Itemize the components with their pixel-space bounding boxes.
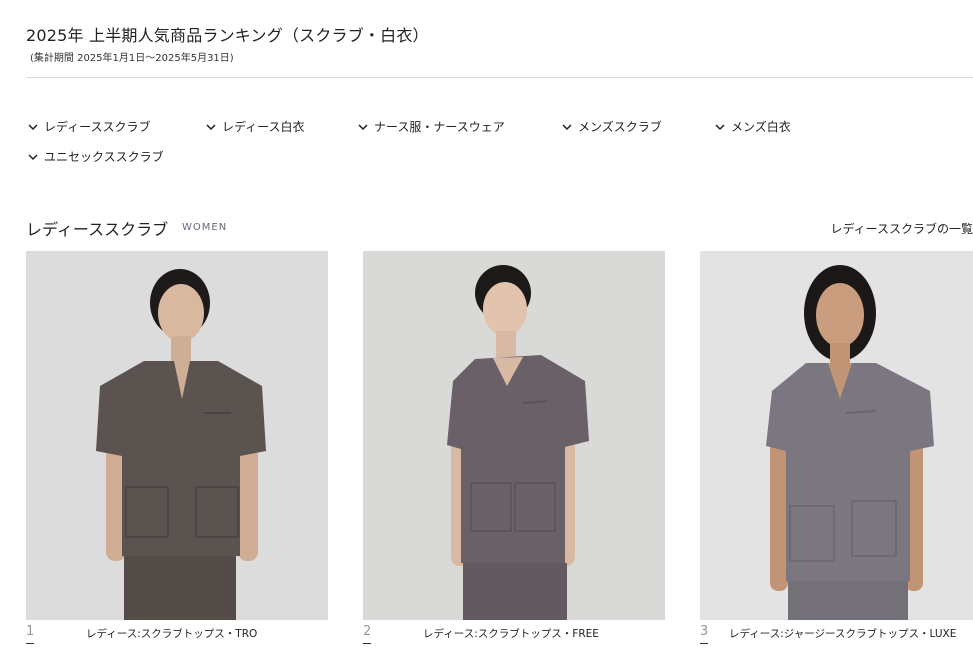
rank-underline — [700, 643, 708, 644]
rank-number: 3 — [700, 624, 709, 639]
product-name[interactable]: レディース:スクラブトップス・FREE — [423, 626, 599, 641]
chevron-down-icon — [560, 120, 574, 134]
category-label: レディーススクラブ — [44, 120, 151, 134]
category-label: ユニセックススクラブ — [44, 150, 164, 164]
view-all-link[interactable]: レディーススクラブの一覧 — [830, 220, 973, 237]
rank-number: 1 — [26, 624, 35, 639]
chevron-down-icon — [204, 120, 218, 134]
product-card[interactable]: 1 レディース:スクラブトップス・TRO — [26, 251, 328, 650]
chevron-down-icon — [26, 120, 40, 134]
product-card[interactable]: 3 レディース:ジャージースクラブトップス・LUXE — [700, 251, 973, 650]
category-label: レディース白衣 — [222, 120, 305, 134]
rank-underline — [363, 643, 371, 644]
category-item-mens-scrub[interactable]: メンズスクラブ — [560, 118, 662, 135]
product-card[interactable]: 2 レディース:スクラブトップス・FREE — [363, 251, 665, 650]
category-item-nurse-wear[interactable]: ナース服・ナースウェア — [356, 118, 505, 135]
category-item-ladies-labcoat[interactable]: レディース白衣 — [204, 118, 305, 135]
category-item-mens-labcoat[interactable]: メンズ白衣 — [713, 118, 791, 135]
product-name[interactable]: レディース:ジャージースクラブトップス・LUXE — [729, 626, 956, 641]
product-image[interactable] — [700, 251, 973, 620]
divider — [26, 77, 973, 78]
rank-underline — [26, 643, 34, 644]
product-name[interactable]: レディース:スクラブトップス・TRO — [86, 626, 257, 641]
chevron-down-icon — [356, 120, 370, 134]
chevron-down-icon — [26, 150, 40, 164]
product-image[interactable] — [363, 251, 665, 620]
section-header: レディーススクラブ WOMEN レディーススクラブの一覧 — [26, 214, 973, 239]
rank-number: 2 — [363, 624, 372, 639]
category-label: ナース服・ナースウェア — [374, 120, 505, 134]
section-title: レディーススクラブ — [26, 220, 169, 239]
product-image[interactable] — [26, 251, 328, 620]
category-item-unisex-scrub[interactable]: ユニセックススクラブ — [26, 148, 164, 165]
page-title: 2025年 上半期人気商品ランキング（スクラブ・白衣） — [26, 26, 429, 45]
category-label: メンズスクラブ — [578, 120, 662, 134]
chevron-down-icon — [713, 120, 727, 134]
aggregation-period: (集計期間 2025年1月1日〜2025年5月31日) — [30, 53, 234, 64]
category-item-ladies-scrub[interactable]: レディーススクラブ — [26, 118, 151, 135]
category-label: メンズ白衣 — [731, 120, 791, 134]
section-subtitle: WOMEN — [182, 222, 228, 233]
